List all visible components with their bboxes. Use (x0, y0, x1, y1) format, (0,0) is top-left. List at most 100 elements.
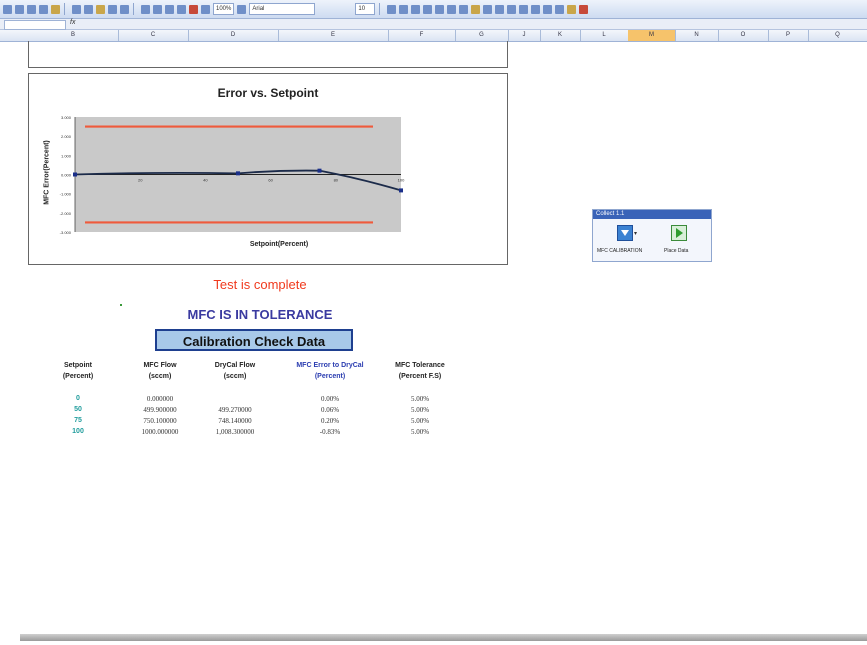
place-data-button[interactable]: Place Data (664, 248, 688, 254)
table-cell[interactable]: 748.140000 (200, 417, 270, 425)
table-cell[interactable]: 0.20% (285, 417, 375, 425)
column-header-o[interactable]: O (718, 30, 769, 41)
floating-toolbar: Collect 1.1 ▾ MFC CALIBRATION Place Data (592, 209, 712, 262)
column-header-m[interactable]: M (628, 30, 676, 41)
name-box[interactable] (4, 20, 66, 30)
data-point (236, 171, 240, 176)
column-header-c[interactable]: C (118, 30, 189, 41)
table-cell[interactable]: 499.900000 (125, 406, 195, 414)
increase-indent-icon[interactable] (543, 4, 553, 14)
table-cell[interactable]: 0.06% (285, 406, 375, 414)
formula-bar: fx (0, 19, 867, 30)
data-point (399, 188, 403, 193)
table-cell[interactable]: 499.270000 (200, 406, 270, 414)
table-cell[interactable]: 100 (53, 428, 103, 435)
font-name-select[interactable]: Arial (249, 3, 316, 15)
table-header: DryCal Flow (214, 362, 256, 369)
table-cell[interactable]: 0.000000 (125, 395, 195, 403)
column-header-l[interactable]: L (580, 30, 629, 41)
place-data-icon[interactable] (671, 225, 687, 241)
mfc-calibration-icon[interactable] (617, 225, 633, 241)
font-size-select[interactable]: 10 (355, 3, 376, 15)
mfc-calibration-button[interactable]: MFC CALIBRATION (597, 248, 642, 254)
underline-icon[interactable] (411, 4, 421, 14)
paste-icon[interactable] (96, 4, 105, 14)
save-icon[interactable] (27, 4, 36, 14)
decrease-indent-icon[interactable] (531, 4, 541, 14)
undo-icon[interactable] (108, 4, 117, 14)
table-header: (Percent) (62, 373, 94, 380)
standard-toolbar: 100% Arial 10 (0, 0, 867, 19)
help-icon[interactable] (237, 4, 247, 14)
copy-icon[interactable] (84, 4, 93, 14)
cut-icon[interactable] (72, 4, 81, 14)
column-header-b[interactable]: B (28, 30, 119, 41)
chart-wizard-icon[interactable] (189, 4, 198, 14)
test-complete-text: Test is complete (213, 277, 307, 292)
column-header-f[interactable]: F (388, 30, 456, 41)
table-header: MFC Flow (143, 362, 177, 369)
table-cell[interactable]: 0.00% (285, 395, 375, 403)
table-cell[interactable]: 750.100000 (125, 417, 195, 425)
table-cell[interactable]: 1,008.300000 (200, 428, 270, 436)
italic-icon[interactable] (399, 4, 409, 14)
blank-chart-frame (28, 41, 508, 68)
table-cell[interactable]: 5.00% (380, 417, 460, 425)
currency-icon[interactable] (471, 4, 481, 14)
column-header-d[interactable]: D (188, 30, 279, 41)
column-header-p[interactable]: P (768, 30, 809, 41)
toolbar-divider (379, 3, 381, 15)
column-header-g[interactable]: G (455, 30, 509, 41)
sort-ascending-icon[interactable] (165, 4, 174, 14)
drawing-icon[interactable] (201, 4, 210, 14)
sort-descending-icon[interactable] (177, 4, 186, 14)
align-left-icon[interactable] (423, 4, 433, 14)
table-cell[interactable]: 5.00% (380, 428, 460, 436)
error-chart[interactable]: Error vs. Setpoint MFC Error(Percent) Se… (28, 73, 508, 265)
font-color-icon[interactable] (579, 4, 589, 14)
table-cell[interactable]: 5.00% (380, 395, 460, 403)
column-header-j[interactable]: J (508, 30, 541, 41)
column-header-e[interactable]: E (278, 30, 389, 41)
floating-toolbar-title[interactable]: Collect 1.1 (593, 210, 711, 219)
hyperlink-icon[interactable] (141, 4, 150, 14)
y-tick-label: 2.000 (61, 134, 72, 139)
comma-icon[interactable] (495, 4, 505, 14)
bottom-shadow (20, 634, 867, 641)
table-cell[interactable]: 75 (53, 417, 103, 424)
y-tick-label: -1.000 (60, 192, 72, 197)
table-cell[interactable]: -0.83% (285, 428, 375, 436)
new-icon[interactable] (3, 4, 12, 14)
decrease-decimal-icon[interactable] (519, 4, 529, 14)
align-right-icon[interactable] (447, 4, 457, 14)
table-cell[interactable]: 1000.000000 (125, 428, 195, 436)
column-header-k[interactable]: K (540, 30, 581, 41)
table-cell[interactable]: 5.00% (380, 406, 460, 414)
open-icon[interactable] (15, 4, 24, 14)
table-cell[interactable]: 0 (53, 395, 103, 402)
fill-color-icon[interactable] (567, 4, 577, 14)
zoom-select[interactable]: 100% (213, 3, 235, 15)
column-header-n[interactable]: N (675, 30, 719, 41)
column-header-q[interactable]: Q (808, 30, 867, 41)
tolerance-status-text: MFC IS IN TOLERANCE (187, 307, 333, 322)
table-header: MFC Tolerance (395, 362, 445, 369)
print-icon[interactable] (39, 4, 48, 14)
increase-decimal-icon[interactable] (507, 4, 517, 14)
data-point (317, 168, 322, 173)
table-header: Setpoint (64, 362, 92, 369)
chevron-down-icon[interactable]: ▾ (634, 230, 637, 237)
preview-icon[interactable] (51, 4, 60, 14)
y-tick-label: 0.000 (61, 173, 72, 178)
bold-icon[interactable] (387, 4, 397, 14)
align-center-icon[interactable] (435, 4, 445, 14)
y-tick-label: 3.000 (61, 115, 72, 120)
y-tick-label: 1.000 (61, 153, 72, 158)
percent-icon[interactable] (483, 4, 493, 14)
redo-icon[interactable] (120, 4, 129, 14)
merge-center-icon[interactable] (459, 4, 469, 14)
fx-icon[interactable]: fx (70, 19, 75, 26)
autosum-icon[interactable] (153, 4, 162, 14)
table-cell[interactable]: 50 (53, 406, 103, 413)
borders-icon[interactable] (555, 4, 565, 14)
